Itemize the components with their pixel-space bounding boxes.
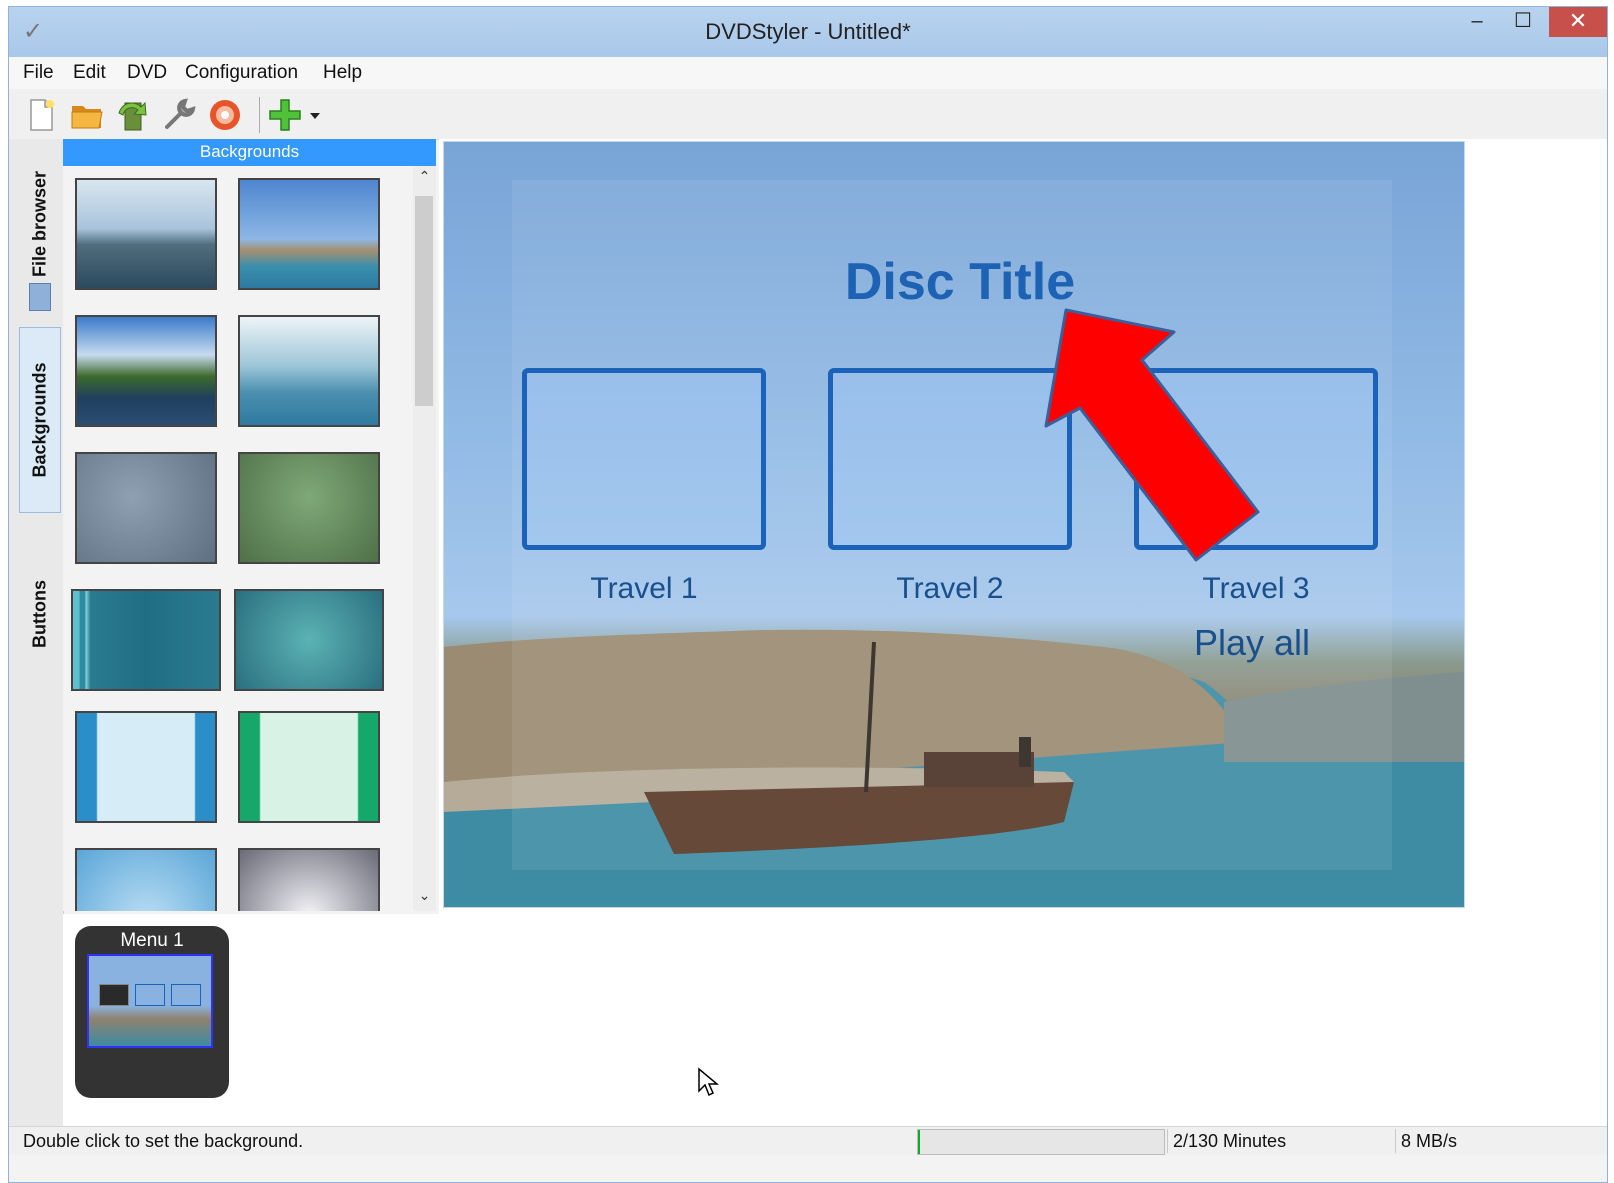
- tab-file-browser-label: File browser: [29, 170, 50, 277]
- dropdown-arrow-icon[interactable]: [307, 97, 323, 133]
- background-thumbnail[interactable]: [75, 848, 217, 911]
- toolbar-separator: [259, 97, 260, 133]
- burn-disc-icon[interactable]: [207, 97, 243, 133]
- scroll-down-arrow-icon[interactable]: ⌄: [413, 887, 436, 909]
- background-thumbnail[interactable]: [75, 178, 217, 290]
- tab-backgrounds[interactable]: Backgrounds: [19, 327, 61, 513]
- background-thumbnail[interactable]: [238, 848, 380, 911]
- status-divider: [1167, 1129, 1168, 1153]
- toolbar: [9, 89, 1607, 140]
- disc-usage-progress-fill: [918, 1130, 921, 1154]
- title-bar: ✓ DVDStyler - Untitled* – ☐ ✕: [9, 7, 1607, 57]
- status-bitrate: 8 MB/s: [1401, 1131, 1458, 1151]
- menu-dvd[interactable]: DVD: [127, 62, 167, 84]
- menu-canvas[interactable]: Disc Title Travel 1 Travel 2 Travel 3 Pl…: [443, 141, 1465, 908]
- new-document-icon[interactable]: [23, 97, 59, 133]
- menu-edit[interactable]: Edit: [73, 62, 106, 84]
- background-thumbnail[interactable]: [75, 452, 217, 564]
- background-thumbnail[interactable]: [238, 315, 380, 427]
- maximize-button[interactable]: ☐: [1505, 7, 1541, 37]
- background-thumbnail[interactable]: [75, 711, 217, 823]
- folder-tab-icon: [29, 283, 51, 311]
- menu-bar: File Edit DVD Configuration Help: [9, 57, 1607, 89]
- backgrounds-panel-header: Backgrounds: [63, 139, 436, 166]
- menu-1-thumbnail[interactable]: Menu 1: [75, 926, 229, 1098]
- background-thumbnail[interactable]: [238, 452, 380, 564]
- titleset-manager: Menu 1: [63, 914, 1607, 1126]
- add-plus-icon[interactable]: [267, 97, 303, 133]
- menu-file[interactable]: File: [23, 62, 54, 84]
- scroll-up-arrow-icon[interactable]: ⌃: [413, 168, 436, 190]
- background-thumbnail[interactable]: [238, 711, 380, 823]
- window-title: DVDStyler - Untitled*: [705, 19, 911, 44]
- menu-help[interactable]: Help: [323, 62, 362, 84]
- gallery-scrollbar[interactable]: ⌃ ⌄: [413, 166, 436, 911]
- background-thumbnail[interactable]: [75, 315, 217, 427]
- background-thumbnail[interactable]: [71, 589, 221, 691]
- menu-1-label: Menu 1: [120, 930, 184, 951]
- status-minutes: 2/130 Minutes: [1173, 1131, 1287, 1151]
- tab-buttons-label: Buttons: [29, 580, 50, 648]
- status-bar: Double click to set the background. 2/13…: [9, 1126, 1607, 1155]
- app-window: ✓ DVDStyler - Untitled* – ☐ ✕ File Edit …: [8, 6, 1608, 1183]
- tab-buttons[interactable]: Buttons: [19, 539, 61, 689]
- side-tabs: File browser Backgrounds Buttons: [9, 139, 64, 1129]
- background-thumbnail[interactable]: [238, 178, 380, 290]
- mouse-cursor-icon: [698, 1067, 719, 1097]
- close-button[interactable]: ✕: [1549, 7, 1607, 37]
- menu-editor-area: Disc Title Travel 1 Travel 2 Travel 3 Pl…: [439, 139, 1607, 914]
- open-folder-icon[interactable]: [69, 97, 105, 133]
- status-divider: [1395, 1129, 1396, 1153]
- red-annotation-arrow-icon: [1044, 308, 1260, 562]
- status-message: Double click to set the background.: [23, 1131, 304, 1151]
- tab-backgrounds-label: Backgrounds: [29, 362, 50, 478]
- menu-1-preview: [87, 954, 213, 1048]
- minimize-button[interactable]: –: [1459, 7, 1495, 37]
- backgrounds-gallery: [63, 166, 413, 911]
- scrollbar-thumb[interactable]: [415, 196, 433, 406]
- menu-configuration[interactable]: Configuration: [185, 62, 298, 84]
- settings-wrench-icon[interactable]: [161, 97, 197, 133]
- background-thumbnail[interactable]: [234, 589, 384, 691]
- disc-usage-progress: [917, 1129, 1165, 1155]
- save-arrow-icon[interactable]: [115, 97, 151, 133]
- tab-file-browser[interactable]: File browser: [19, 149, 61, 319]
